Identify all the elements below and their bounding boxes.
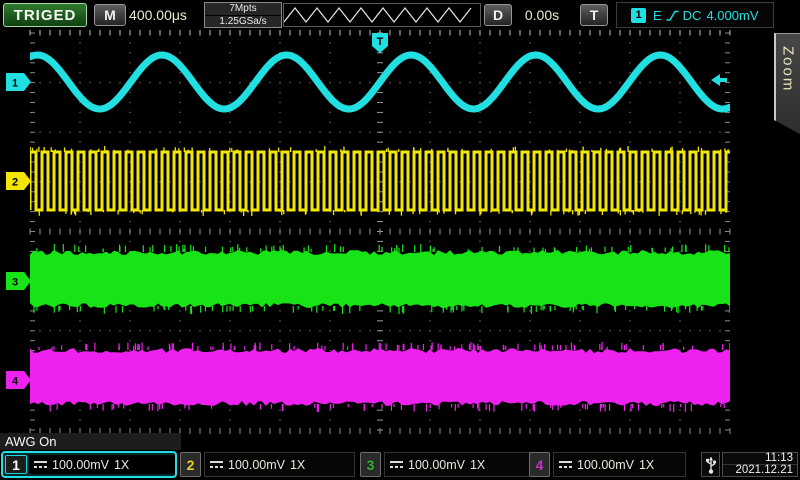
svg-text:1: 1 — [12, 78, 18, 90]
trigger-coupling: DC — [683, 8, 702, 23]
trigger-source-badge: 1 — [631, 8, 646, 23]
channel-1-readout[interactable]: 1 100.00mV 1X — [1, 451, 177, 478]
channel-1-badge: 1 — [5, 455, 27, 474]
zoom-tab[interactable]: Zoom — [774, 33, 800, 134]
acquisition-info-box: 7Mpts 1.25GSa/s — [204, 2, 282, 28]
trigger-menu-button[interactable]: T — [580, 4, 608, 26]
channel-1-probe: 1X — [114, 458, 129, 472]
channel-3-readout[interactable]: 100.00mV 1X — [384, 452, 533, 477]
usb-status — [701, 452, 720, 477]
channel-4-probe: 1X — [639, 458, 654, 472]
trigger-readout: 1 E DC 4.000mV — [616, 2, 774, 28]
dc-coupling-icon — [210, 460, 223, 469]
channel-4-readout[interactable]: 100.00mV 1X — [553, 452, 686, 477]
svg-text:T: T — [377, 36, 384, 48]
memory-depth: 7Mpts — [205, 3, 281, 16]
waveform-display: 1 2 3 4 T — [0, 0, 800, 480]
awg-status: AWG On — [0, 433, 181, 450]
date-readout: 2021.12.21 — [723, 465, 797, 476]
usb-icon — [705, 454, 717, 475]
channel-2-scale: 100.00mV — [228, 458, 285, 472]
timebase-readout: 400.00μs — [122, 3, 194, 27]
svg-text:2: 2 — [12, 177, 18, 189]
trigger-level: 4.000mV — [706, 8, 758, 23]
waveform-preview-icon — [283, 3, 481, 27]
top-status-bar: TRIGED M 400.00μs 7Mpts 1.25GSa/s D 0.00… — [0, 0, 800, 30]
delay-menu-button[interactable]: D — [484, 4, 512, 26]
zoom-tab-label: Zoom — [780, 34, 797, 134]
channel-2-probe: 1X — [290, 458, 305, 472]
svg-text:3: 3 — [12, 277, 18, 289]
channel-1-scale: 100.00mV — [52, 458, 109, 472]
delay-readout: 0.00s — [512, 3, 572, 27]
svg-text:4: 4 — [12, 376, 19, 388]
channel-3-probe: 1X — [470, 458, 485, 472]
trigger-status-badge: TRIGED — [3, 3, 87, 27]
dc-coupling-icon — [559, 460, 572, 469]
channel-3-badge[interactable]: 3 — [360, 452, 381, 477]
sample-rate: 1.25GSa/s — [205, 16, 281, 28]
dc-coupling-icon — [34, 460, 47, 469]
channel-4-scale: 100.00mV — [577, 458, 634, 472]
channel-4-badge[interactable]: 4 — [529, 452, 550, 477]
channel-3-scale: 100.00mV — [408, 458, 465, 472]
oscilloscope-screen: 1234T TRIGED M 400.00μs 7Mpts 1.25GSa/s … — [0, 0, 800, 480]
rising-edge-icon — [666, 9, 679, 22]
dc-coupling-icon — [390, 460, 403, 469]
channel-2-readout[interactable]: 100.00mV 1X — [204, 452, 355, 477]
trigger-type: E — [653, 8, 662, 23]
clock: 11:13 2021.12.21 — [722, 452, 798, 477]
channel-2-badge[interactable]: 2 — [180, 452, 201, 477]
